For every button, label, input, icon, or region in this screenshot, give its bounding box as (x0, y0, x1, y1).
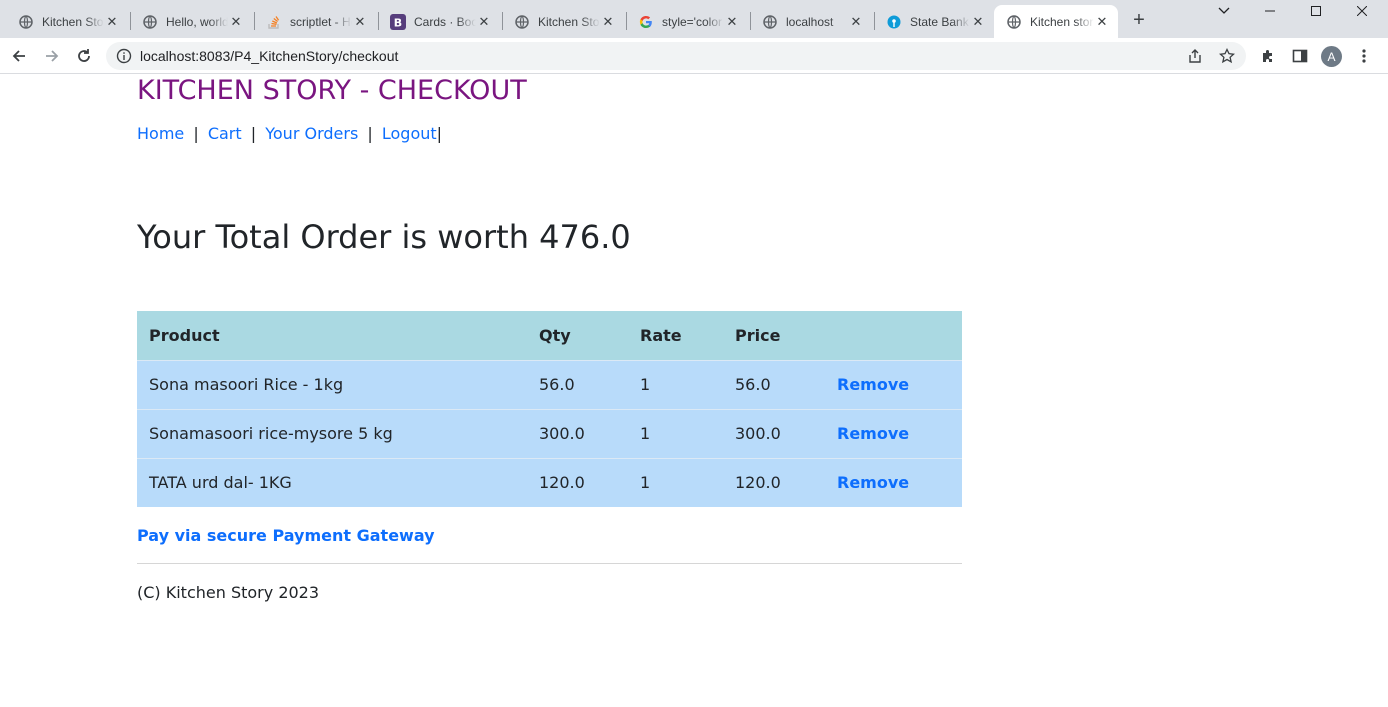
pay-gateway-link[interactable]: Pay via secure Payment Gateway (137, 526, 435, 545)
globe-icon (762, 14, 778, 30)
page-title: KITCHEN STORY - CHECKOUT (137, 75, 527, 106)
globe-icon (18, 14, 34, 30)
back-button[interactable] (5, 42, 33, 70)
column-header-action (825, 311, 962, 360)
browser-tab[interactable]: Kitchen Story ✕ (6, 5, 128, 38)
sbi-icon (886, 14, 902, 30)
column-header-product: Product (137, 311, 527, 360)
browser-tab-title: scriptlet - How (290, 14, 352, 29)
browser-tab[interactable]: Kitchen Story ✕ (502, 5, 624, 38)
globe-icon (142, 14, 158, 30)
close-icon[interactable]: ✕ (476, 14, 492, 30)
address-bar[interactable]: localhost:8083/P4_KitchenStory/checkout (106, 42, 1246, 70)
nav-separator: | (250, 124, 257, 143)
extensions-icon[interactable] (1258, 46, 1278, 66)
browser-tab[interactable]: B Cards · Bootstrap ✕ (378, 5, 500, 38)
star-icon[interactable] (1218, 47, 1236, 65)
browser-tab[interactable]: style='color ✕ (626, 5, 748, 38)
table-row: Sona masoori Rice - 1kg 56.0 1 56.0 Remo… (137, 359, 962, 409)
cell-product: TATA urd dal- 1KG (137, 457, 527, 507)
page-content: KITCHEN STORY - CHECKOUT Home | Cart | Y… (0, 75, 1388, 707)
order-total-heading: Your Total Order is worth 476.0 (137, 218, 631, 256)
browser-tab-title: Kitchen Story (42, 14, 104, 29)
cell-product: Sonamasoori rice-mysore 5 kg (137, 408, 527, 458)
cell-price: 56.0 (723, 359, 825, 409)
reload-icon (78, 49, 90, 62)
nav-separator: | (436, 124, 443, 143)
forward-button[interactable] (38, 42, 66, 70)
table-header-row: Product Qty Rate Price (137, 311, 962, 360)
cell-price: 300.0 (723, 408, 825, 458)
cell-rate: 1 (628, 359, 723, 409)
cell-product: Sona masoori Rice - 1kg (137, 359, 527, 409)
browser-tab-title: Kitchen story (1030, 14, 1094, 29)
google-icon (638, 14, 654, 30)
remove-button[interactable]: Remove (825, 457, 962, 507)
footer-text: (C) Kitchen Story 2023 (137, 583, 320, 602)
profile-avatar[interactable]: A (1321, 46, 1342, 67)
column-header-rate: Rate (628, 311, 723, 360)
close-icon[interactable]: ✕ (600, 14, 616, 30)
share-icon[interactable] (1186, 47, 1204, 65)
cell-qty: 300.0 (527, 408, 628, 458)
cell-qty: 56.0 (527, 359, 628, 409)
cell-qty: 120.0 (527, 457, 628, 507)
info-icon[interactable] (116, 48, 132, 64)
browser-tab[interactable]: State Bank ✕ (874, 5, 994, 38)
nav-separator: | (193, 124, 199, 143)
remove-button[interactable]: Remove (825, 408, 962, 458)
close-icon[interactable]: ✕ (848, 14, 864, 30)
site-nav: Home | Cart | Your Orders | Logout| (137, 124, 442, 143)
globe-icon (1006, 14, 1022, 30)
remove-button[interactable]: Remove (825, 359, 962, 409)
browser-tab-title: localhost (786, 14, 834, 29)
browser-tab-strip: Kitchen Story ✕ Hello, world! ✕ scriptle… (0, 0, 1388, 38)
close-icon[interactable]: ✕ (104, 14, 120, 30)
browser-tab[interactable]: scriptlet - How ✕ (254, 5, 376, 38)
close-icon[interactable]: ✕ (228, 14, 244, 30)
new-tab-button[interactable]: + (1128, 9, 1150, 31)
close-icon[interactable]: ✕ (1094, 14, 1110, 30)
close-icon[interactable]: ✕ (970, 14, 986, 30)
menu-kebab-icon[interactable] (1354, 46, 1374, 66)
browser-tab[interactable]: Hello, world! ✕ (130, 5, 252, 38)
table-row: Sonamasoori rice-mysore 5 kg 300.0 1 300… (137, 408, 962, 458)
bootstrap-icon: B (390, 13, 406, 30)
divider (137, 563, 962, 564)
browser-tab[interactable]: localhost ✕ (750, 5, 872, 38)
browser-tab-active[interactable]: Kitchen story ✕ (994, 5, 1118, 38)
browser-toolbar: localhost:8083/P4_KitchenStory/checkout … (0, 38, 1388, 74)
nav-link-cart[interactable]: Cart (208, 124, 242, 143)
stackoverflow-icon (266, 14, 282, 30)
address-url[interactable]: localhost:8083/P4_KitchenStory/checkout (140, 48, 398, 64)
cell-price: 120.0 (723, 457, 825, 507)
browser-tab-title: style='color (662, 14, 722, 29)
cart-table: Product Qty Rate Price Sona masoori Rice… (137, 311, 962, 507)
nav-separator: | (367, 124, 373, 143)
tab-search-icon[interactable] (1201, 0, 1247, 22)
close-icon[interactable]: ✕ (724, 14, 740, 30)
close-icon[interactable]: ✕ (352, 14, 368, 30)
cell-rate: 1 (628, 408, 723, 458)
close-window-icon[interactable] (1339, 0, 1385, 22)
browser-tab-title: Cards · Bootstrap (414, 14, 476, 29)
svg-text:B: B (394, 16, 402, 29)
browser-tab-title: Hello, world! (166, 14, 228, 29)
table-row: TATA urd dal- 1KG 120.0 1 120.0 Remove (137, 457, 962, 507)
reload-button[interactable] (70, 42, 98, 70)
nav-link-logout[interactable]: Logout (382, 124, 437, 143)
column-header-qty: Qty (527, 311, 628, 360)
browser-tab-title: State Bank (910, 14, 969, 29)
nav-link-home[interactable]: Home (137, 124, 184, 143)
browser-tab-title: Kitchen Story (538, 14, 600, 29)
maximize-icon[interactable] (1293, 0, 1339, 22)
column-header-price: Price (723, 311, 825, 360)
minimize-icon[interactable] (1247, 0, 1293, 22)
side-panel-icon[interactable] (1290, 46, 1310, 66)
globe-icon (514, 14, 530, 30)
arrow-right-icon (46, 50, 59, 62)
arrow-left-icon (12, 50, 25, 62)
nav-link-orders[interactable]: Your Orders (265, 124, 358, 143)
cell-rate: 1 (628, 457, 723, 507)
